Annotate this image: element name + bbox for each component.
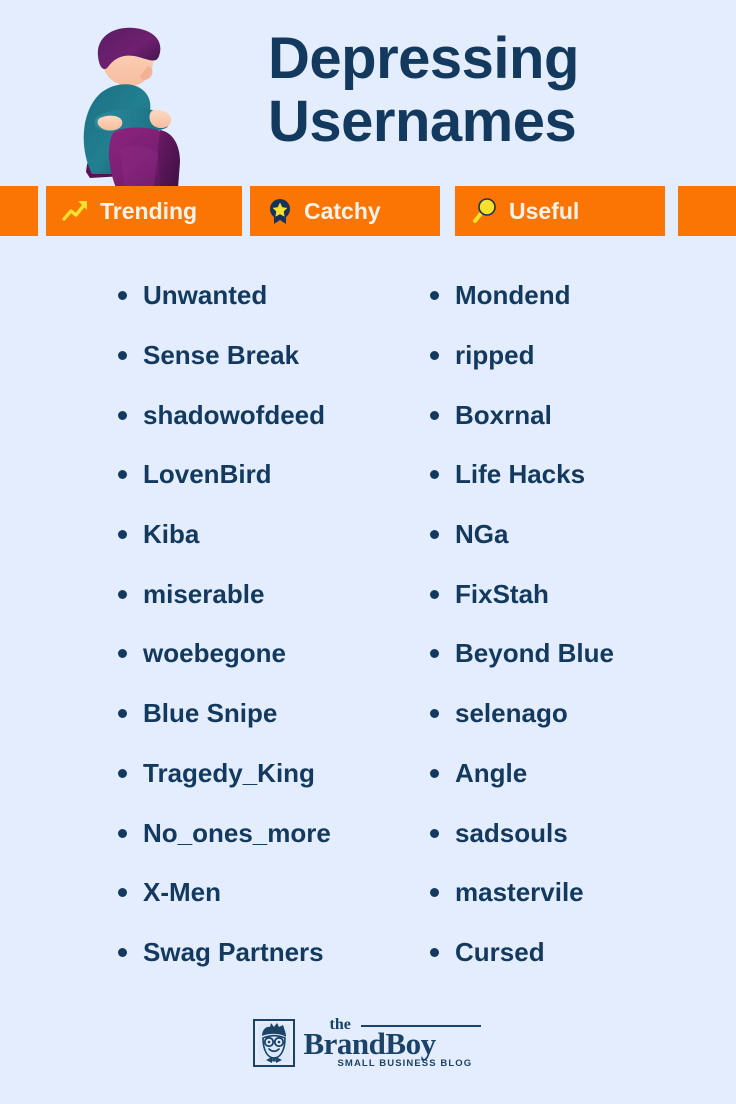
bullet-icon <box>118 709 127 719</box>
list-item: FixStah <box>430 564 736 624</box>
bullet-icon <box>430 291 439 301</box>
username-label: X-Men <box>143 877 221 908</box>
username-list-right-column: Mondend ripped Boxrnal Life Hacks NGa FixStah… <box>368 266 736 986</box>
bullet-icon <box>118 470 127 480</box>
username-label: Kiba <box>143 519 200 550</box>
list-item: ripped <box>430 326 736 386</box>
username-label: FixStah <box>455 578 549 609</box>
bullet-icon <box>118 291 127 301</box>
bullet-icon <box>430 410 439 420</box>
sad-person-hugging-knees-illustration <box>83 27 180 188</box>
list-item: shadowofdeed <box>118 385 368 445</box>
username-label: ripped <box>455 340 535 371</box>
page-title-line-2: Usernames <box>268 88 577 154</box>
brandboy-logo[interactable]: the BrandBoy SMALL BUSINESS BLOG <box>0 1012 736 1074</box>
username-label: selenago <box>455 698 568 729</box>
logo-tagline: SMALL BUSINESS BLOG <box>337 1058 473 1069</box>
username-label: Boxrnal <box>455 399 552 430</box>
trending-up-arrow-icon <box>62 201 87 221</box>
logo-text-block: the BrandBoy SMALL BUSINESS BLOG <box>303 1017 484 1069</box>
username-label: mastervile <box>455 877 584 908</box>
list-item: Mondend <box>430 266 736 326</box>
badge-row: Trending Catchy Useful <box>0 186 736 236</box>
list-item: Boxrnal <box>430 385 736 445</box>
bullet-icon <box>118 589 127 599</box>
username-label: Cursed <box>455 936 545 967</box>
username-label: Life Hacks <box>455 459 586 490</box>
list-item: miserable <box>118 564 368 624</box>
badge-useful-label: Useful <box>509 197 580 224</box>
username-label: NGa <box>455 519 509 550</box>
username-label: Unwanted <box>143 280 268 311</box>
bullet-icon <box>430 709 439 719</box>
bullet-icon <box>118 888 127 898</box>
bullet-icon <box>430 828 439 838</box>
bullet-icon <box>430 470 439 480</box>
badge-useful[interactable]: Useful <box>455 186 665 236</box>
username-label: LovenBird <box>143 459 272 490</box>
boy-face-with-glasses-icon <box>252 1019 295 1067</box>
bullet-icon <box>118 947 127 957</box>
list-item: Sense Break <box>118 326 368 386</box>
list-item: Kiba <box>118 505 368 565</box>
list-item: Beyond Blue <box>430 624 736 684</box>
list-item: Blue Snipe <box>118 684 368 744</box>
username-label: Sense Break <box>143 340 300 371</box>
bullet-icon <box>430 351 439 361</box>
username-label: shadowofdeed <box>143 399 326 430</box>
list-item: Angle <box>430 744 736 804</box>
bullet-icon <box>118 530 127 540</box>
list-item: Cursed <box>430 923 736 983</box>
username-label: Tragedy_King <box>143 757 315 788</box>
list-item: woebegone <box>118 624 368 684</box>
list-item: X-Men <box>118 863 368 923</box>
username-label: Angle <box>455 757 528 788</box>
username-label: Swag Partners <box>143 936 324 967</box>
bullet-icon <box>118 649 127 659</box>
username-label: No_ones_more <box>143 817 331 848</box>
bullet-icon <box>430 768 439 778</box>
bullet-icon <box>430 530 439 540</box>
bullet-icon <box>430 649 439 659</box>
page-title-line-1: Depressing <box>268 26 579 91</box>
logo-brand-name: BrandBoy <box>303 1026 437 1061</box>
list-item: NGa <box>430 505 736 565</box>
list-item: mastervile <box>430 863 736 923</box>
list-item: Swag Partners <box>118 923 368 983</box>
bullet-icon <box>118 351 127 361</box>
bullet-icon <box>430 589 439 599</box>
bullet-icon <box>118 410 127 420</box>
badge-trending[interactable]: Trending <box>46 186 242 236</box>
bullet-icon <box>430 947 439 957</box>
header: Depressing Usernames <box>0 0 736 188</box>
badge-catchy-label: Catchy <box>304 197 381 224</box>
badge-stub-right[interactable] <box>678 186 736 236</box>
username-label: Beyond Blue <box>455 638 614 669</box>
magnifying-glass-icon <box>473 198 496 223</box>
list-item: Life Hacks <box>430 445 736 505</box>
bullet-icon <box>118 768 127 778</box>
list-item: LovenBird <box>118 445 368 505</box>
username-label: Blue Snipe <box>143 698 278 729</box>
list-item: selenago <box>430 684 736 744</box>
username-label: sadsouls <box>455 817 568 848</box>
bullet-icon <box>430 888 439 898</box>
username-label: miserable <box>143 578 265 609</box>
list-item: Unwanted <box>118 266 368 326</box>
list-item: No_ones_more <box>118 803 368 863</box>
badge-trending-label: Trending <box>100 197 198 224</box>
list-item: sadsouls <box>430 803 736 863</box>
badge-catchy[interactable]: Catchy <box>250 186 440 236</box>
username-label: Mondend <box>455 280 571 311</box>
username-label: woebegone <box>143 638 287 669</box>
username-lists: Unwanted Sense Break shadowofdeed LovenBird… <box>0 266 736 986</box>
bullet-icon <box>118 828 127 838</box>
username-list-left-column: Unwanted Sense Break shadowofdeed LovenBird… <box>0 266 368 986</box>
badge-stub-left[interactable] <box>0 186 38 236</box>
award-ribbon-star-icon <box>270 199 290 224</box>
page-title: Depressing Usernames <box>268 26 688 154</box>
list-item: Tragedy_King <box>118 744 368 804</box>
